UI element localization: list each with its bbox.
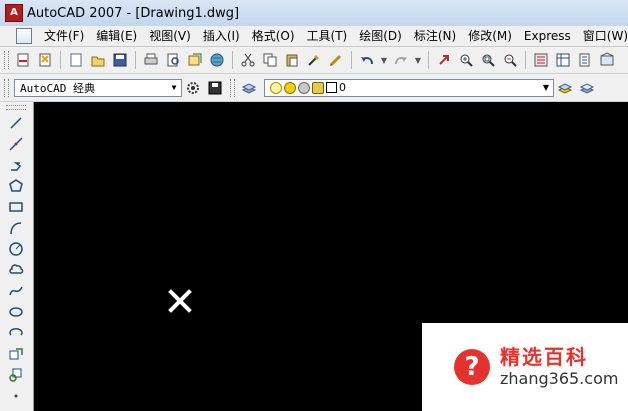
- menu-dimension[interactable]: 标注(N): [408, 26, 462, 46]
- tool-palettes-icon[interactable]: [575, 50, 595, 70]
- standard-toolbar: ▼ ▼: [0, 47, 628, 74]
- sheet-set-icon[interactable]: [597, 50, 617, 70]
- toolbar-grip[interactable]: [230, 78, 235, 97]
- new-drawing-icon[interactable]: [13, 50, 33, 70]
- new-file-icon[interactable]: [66, 50, 86, 70]
- draw-toolbar: [0, 102, 34, 411]
- save-workspace-icon[interactable]: [205, 78, 225, 98]
- match-properties-icon[interactable]: [304, 50, 324, 70]
- insert-block-icon[interactable]: [5, 344, 27, 364]
- design-center-icon[interactable]: [553, 50, 573, 70]
- qnew-icon[interactable]: [35, 50, 55, 70]
- menu-draw[interactable]: 绘图(D): [353, 26, 408, 46]
- paste-icon[interactable]: [282, 50, 302, 70]
- construction-line-icon[interactable]: [5, 134, 27, 154]
- layer-value: 0: [339, 81, 346, 94]
- crosshair-cursor-icon: [168, 289, 192, 313]
- point-icon[interactable]: [5, 386, 27, 406]
- spline-icon[interactable]: [5, 281, 27, 301]
- viewport-freeze-icon[interactable]: [298, 81, 310, 94]
- ellipse-icon[interactable]: [5, 302, 27, 322]
- properties-icon[interactable]: [531, 50, 551, 70]
- layer-state-icons: 0: [270, 81, 346, 94]
- chevron-down-icon[interactable]: ▼: [167, 80, 181, 96]
- chevron-down-icon[interactable]: ▼: [539, 80, 553, 96]
- workspace-value: AutoCAD 经典: [20, 81, 95, 95]
- menu-format[interactable]: 格式(O): [246, 26, 301, 46]
- undo-dropdown-icon[interactable]: ▼: [379, 50, 389, 70]
- undo-icon[interactable]: [357, 50, 377, 70]
- block-editor-icon[interactable]: [326, 50, 346, 70]
- sun-icon[interactable]: [284, 81, 296, 94]
- polygon-icon[interactable]: [5, 176, 27, 196]
- drawing-canvas[interactable]: ? 精选百科 zhang365.com: [34, 102, 628, 411]
- make-object-layer-current-icon[interactable]: [555, 78, 575, 98]
- document-icon[interactable]: [16, 28, 32, 44]
- zoom-realtime-icon[interactable]: [456, 50, 476, 70]
- window-title: AutoCAD 2007 - [Drawing1.dwg]: [27, 5, 240, 21]
- autocad-app-icon[interactable]: A: [5, 4, 23, 22]
- plot-preview-icon[interactable]: [163, 50, 183, 70]
- toolbar-separator: [351, 51, 352, 69]
- title-bar: A AutoCAD 2007 - [Drawing1.dwg]: [0, 0, 628, 27]
- pan-realtime-icon[interactable]: [434, 50, 454, 70]
- watermark-brand-cn: 精选百科: [500, 345, 588, 369]
- menu-modify[interactable]: 修改(M): [462, 26, 518, 46]
- watermark-brand-url: zhang365.com: [500, 369, 619, 388]
- redo-dropdown-icon[interactable]: ▼: [413, 50, 423, 70]
- polyline-icon[interactable]: [5, 155, 27, 175]
- publish-web-icon[interactable]: [207, 50, 227, 70]
- toolbar-separator: [135, 51, 136, 69]
- arc-icon[interactable]: [5, 218, 27, 238]
- menu-edit[interactable]: 编辑(E): [90, 26, 143, 46]
- zoom-window-icon[interactable]: [478, 50, 498, 70]
- plot-icon[interactable]: [141, 50, 161, 70]
- cut-icon[interactable]: [238, 50, 258, 70]
- toolbar-separator: [60, 51, 61, 69]
- layer-manager-icon[interactable]: [239, 78, 259, 98]
- menu-window[interactable]: 窗口(W): [577, 26, 628, 46]
- toolbar-grip[interactable]: [6, 105, 26, 110]
- redo-icon[interactable]: [391, 50, 411, 70]
- toolbar-separator: [428, 51, 429, 69]
- watermark-text: 精选百科 zhang365.com: [500, 345, 618, 389]
- lock-icon[interactable]: [312, 81, 324, 94]
- publish-icon[interactable]: [185, 50, 205, 70]
- workspace-layers-toolbar: AutoCAD 经典 ▼ 0 ▼: [0, 74, 628, 102]
- copy-icon[interactable]: [260, 50, 280, 70]
- layer-select[interactable]: 0 ▼: [264, 78, 554, 97]
- menu-bar: 文件(F) 编辑(E) 视图(V) 插入(I) 格式(O) 工具(T) 绘图(D…: [0, 26, 628, 47]
- workspace-settings-icon[interactable]: [183, 78, 203, 98]
- line-icon[interactable]: [5, 113, 27, 133]
- menu-tools[interactable]: 工具(T): [301, 26, 354, 46]
- layer-color-swatch: [326, 82, 337, 93]
- lightbulb-icon[interactable]: [270, 81, 282, 94]
- workspace-select[interactable]: AutoCAD 经典 ▼: [14, 78, 182, 97]
- menu-insert[interactable]: 插入(I): [197, 26, 246, 46]
- rectangle-icon[interactable]: [5, 197, 27, 217]
- circle-icon[interactable]: [5, 239, 27, 259]
- open-file-icon[interactable]: [88, 50, 108, 70]
- watermark-overlay: ? 精选百科 zhang365.com: [422, 323, 628, 411]
- make-block-icon[interactable]: [5, 365, 27, 385]
- ellipse-arc-icon[interactable]: [5, 323, 27, 343]
- revision-cloud-icon[interactable]: [5, 260, 27, 280]
- menu-view[interactable]: 视图(V): [143, 26, 197, 46]
- menu-express[interactable]: Express: [518, 26, 577, 46]
- toolbar-separator: [525, 51, 526, 69]
- save-icon[interactable]: [110, 50, 130, 70]
- menu-file[interactable]: 文件(F): [38, 26, 90, 46]
- layer-previous-icon[interactable]: [577, 78, 597, 98]
- question-mark-logo-icon: ?: [454, 349, 490, 385]
- zoom-previous-icon[interactable]: [500, 50, 520, 70]
- toolbar-grip[interactable]: [4, 78, 9, 97]
- toolbar-grip[interactable]: [4, 51, 9, 69]
- toolbar-separator: [232, 51, 233, 69]
